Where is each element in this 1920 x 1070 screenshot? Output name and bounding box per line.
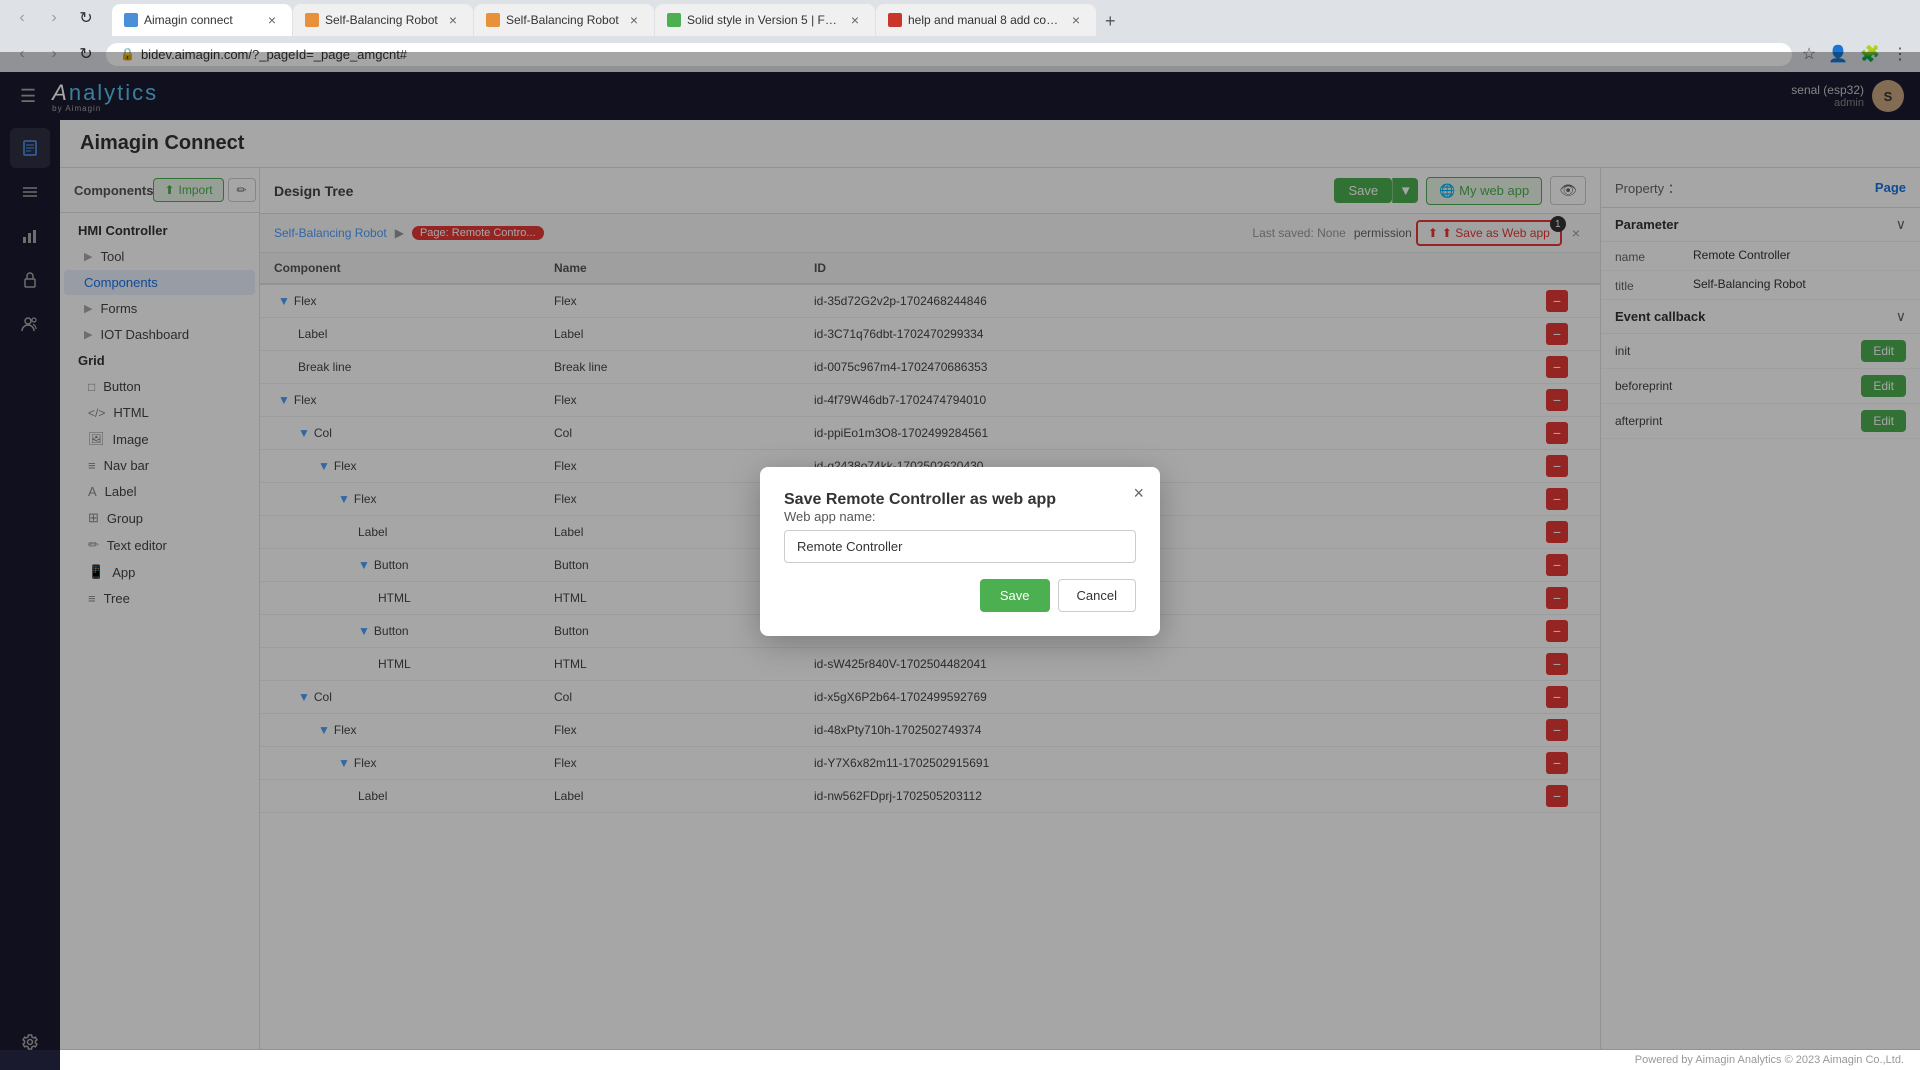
tab-label: Aimagin connect — [144, 13, 258, 27]
nav-controls: ‹ › ↻ — [8, 4, 100, 32]
tab-solid-style[interactable]: Solid style in Version 5 | Font A... × — [655, 4, 875, 36]
modal-overlay[interactable]: Save Remote Controller as web app × Web … — [0, 52, 1920, 1050]
tab-close-icon[interactable]: × — [1068, 12, 1084, 28]
modal-dialog: Save Remote Controller as web app × Web … — [760, 467, 1160, 636]
tab-favicon — [305, 13, 319, 27]
footer: Powered by Aimagin Analytics © 2023 Aima… — [60, 1049, 1920, 1070]
tab-favicon — [667, 13, 681, 27]
modal-actions: Save Cancel — [784, 579, 1136, 612]
modal-name-input[interactable] — [784, 530, 1136, 563]
modal-close-button[interactable]: × — [1129, 479, 1148, 508]
nav-forward[interactable]: › — [40, 4, 68, 32]
tab-close-icon[interactable]: × — [445, 12, 461, 28]
modal-save-button[interactable]: Save — [980, 579, 1050, 612]
nav-back[interactable]: ‹ — [8, 4, 36, 32]
modal-title: Save Remote Controller as web app — [784, 491, 1056, 508]
browser-chrome: ‹ › ↻ Aimagin connect × Self-Balancing R… — [0, 0, 1920, 36]
tab-bar: Aimagin connect × Self-Balancing Robot ×… — [112, 0, 1124, 36]
tab-help-manual[interactable]: help and manual 8 add code -... × — [876, 4, 1096, 36]
tab-label: Solid style in Version 5 | Font A... — [687, 13, 841, 27]
tab-label: Self-Balancing Robot — [325, 13, 439, 27]
modal-name-label: Web app name: — [784, 509, 1136, 524]
new-tab-button[interactable]: + — [1097, 7, 1124, 36]
tab-close-icon[interactable]: × — [847, 12, 863, 28]
tab-label: help and manual 8 add code -... — [908, 13, 1062, 27]
nav-reload[interactable]: ↻ — [72, 4, 100, 32]
tab-label: Self-Balancing Robot — [506, 13, 620, 27]
tab-close-icon[interactable]: × — [626, 12, 642, 28]
tab-favicon — [486, 13, 500, 27]
modal-cancel-button[interactable]: Cancel — [1058, 579, 1136, 612]
tab-close-icon[interactable]: × — [264, 12, 280, 28]
tab-aimagin[interactable]: Aimagin connect × — [112, 4, 292, 36]
tab-self-balancing-1[interactable]: Self-Balancing Robot × — [293, 4, 473, 36]
tab-self-balancing-2[interactable]: Self-Balancing Robot × — [474, 4, 654, 36]
tab-favicon — [888, 13, 902, 27]
tab-favicon — [124, 13, 138, 27]
